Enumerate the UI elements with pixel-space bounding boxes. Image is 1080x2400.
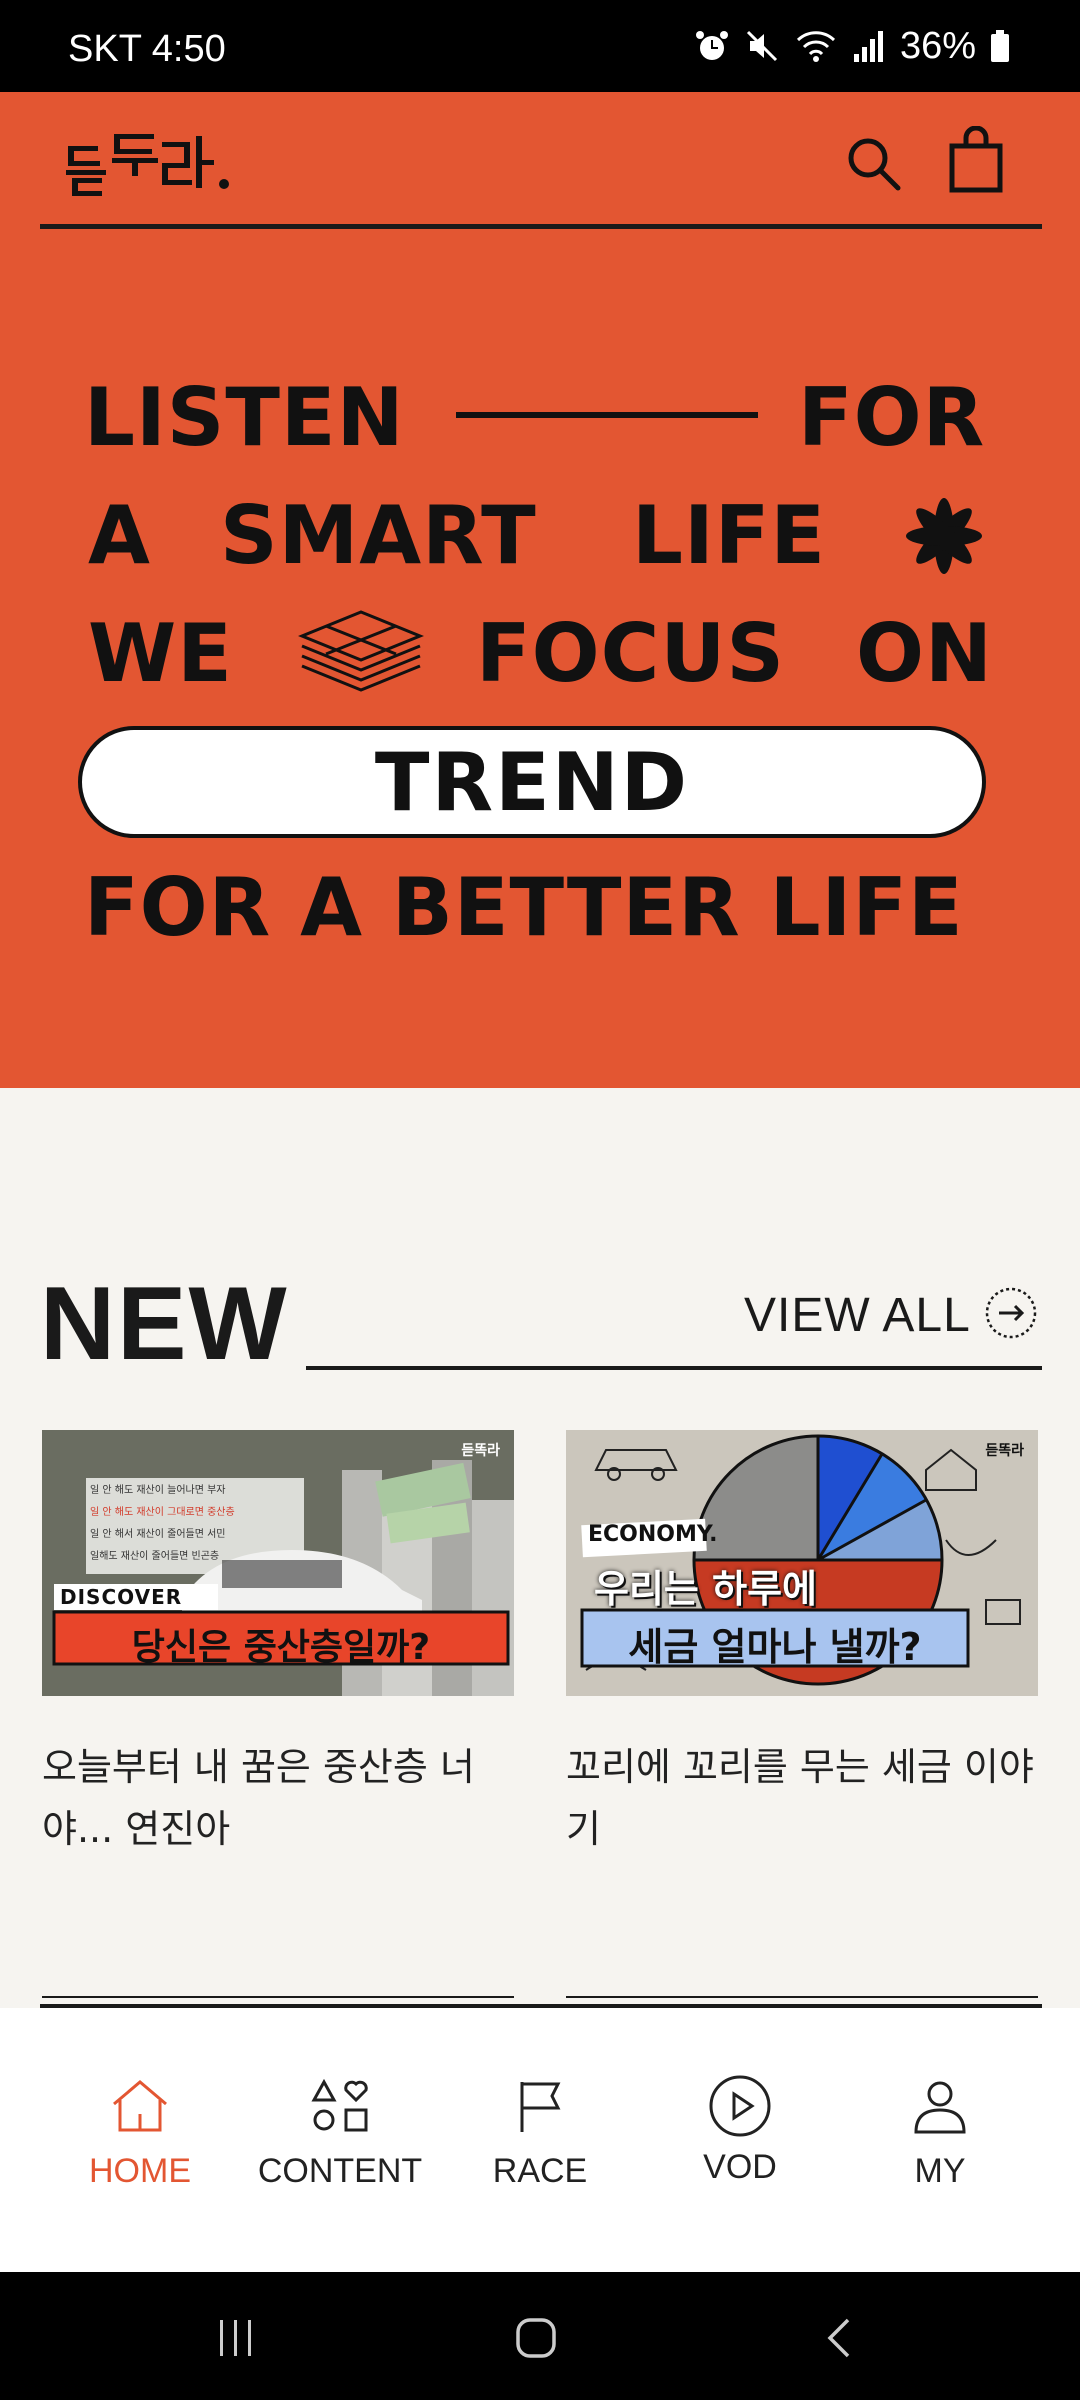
hero-line-3-a: WE	[88, 607, 233, 700]
battery-percent: 36%	[899, 24, 976, 67]
asterisk-icon	[906, 498, 982, 574]
thumbnail-text-lines: 일 안 해도 재산이 늘어나면 부자 일 안 해도 재산이 그대로면 중산층 일…	[90, 1480, 304, 1568]
thumb-line: 일 안 해도 재산이 그대로면 중산층	[90, 1507, 235, 1518]
thumbnail-tag: ECONOMY.	[588, 1522, 718, 1547]
nav-label: HOME	[89, 2152, 191, 2190]
nav-home[interactable]: HOME	[40, 2078, 240, 2191]
hero-line-5: FOR A BETTER LIFE	[84, 861, 964, 954]
thumbnail-headline-2: 세금 얼마나 낼까?	[628, 1625, 922, 1669]
hero-line-1-left: LISTEN	[84, 371, 405, 464]
flag-icon	[520, 2082, 561, 2132]
status-icons: 36%	[694, 22, 1010, 70]
hero-line-2-b: SMART	[220, 489, 537, 582]
system-navigation-bar	[0, 2272, 1080, 2400]
battery-icon	[991, 30, 1009, 62]
back-icon[interactable]	[818, 2316, 862, 2360]
thumbnail-tag: DISCOVER	[60, 1585, 183, 1609]
thumb-line: 일 안 해도 재산이 늘어나면 부자	[90, 1485, 226, 1496]
view-all-link[interactable]: VIEW ALL	[744, 1288, 971, 1343]
nav-race[interactable]: RACE	[440, 2078, 640, 2191]
bottom-navigation: HOME CONTENT RACE VOD MY	[0, 2008, 1080, 2272]
recent-apps-icon[interactable]	[214, 2316, 258, 2360]
section-title: NEW	[40, 1266, 289, 1382]
nav-label: RACE	[492, 2152, 588, 2190]
hero-line-2-c: LIFE	[632, 489, 827, 582]
card-divider	[566, 1996, 1038, 1998]
status-bar: SKT 4:50 36%	[0, 0, 1080, 92]
arrow-right-circle-icon[interactable]	[984, 1286, 1038, 1340]
thumbnail-headline: 우리는 하루에	[594, 1567, 817, 1611]
signal-icon	[853, 31, 883, 62]
hero-slogan: LISTEN FOR A SMART LIFE WE FOCUS ON TREN…	[0, 92, 1080, 1088]
content-card[interactable]: 일 안 해도 재산이 늘어나면 부자 일 안 해도 재산이 그대로면 중산층 일…	[42, 1430, 514, 1860]
thumbnail-logo: 듣똑라	[985, 1443, 1024, 1459]
shapes-icon	[311, 2078, 368, 2132]
card-title[interactable]: 오늘부터 내 꿈은 중산층 너야... 연진아	[42, 1736, 514, 1860]
mute-icon	[746, 30, 777, 62]
alarm-icon	[695, 31, 728, 60]
trend-label: TREND	[374, 735, 690, 829]
nav-label: CONTENT	[257, 2152, 423, 2190]
user-icon	[914, 2081, 966, 2134]
card-thumbnail[interactable]: ECONOMY. 우리는 하루에 세금 얼마나 낼까? 듣똑라	[566, 1430, 1038, 1696]
nav-label: MY	[914, 2152, 966, 2190]
nav-my[interactable]: MY	[840, 2078, 1040, 2191]
hero-banner: LISTEN FOR A SMART LIFE WE FOCUS ON TREN…	[0, 92, 1080, 1088]
carrier-time: SKT 4:50	[68, 28, 226, 70]
section-title-underline	[306, 1366, 1042, 1370]
hero-line-3-b: FOCUS	[476, 607, 785, 700]
nav-label: VOD	[703, 2148, 777, 2186]
card-title[interactable]: 꼬리에 꼬리를 무는 세금 이야기	[566, 1736, 1038, 1860]
card-thumbnail[interactable]: 일 안 해도 재산이 늘어나면 부자 일 안 해도 재산이 그대로면 중산층 일…	[42, 1430, 514, 1696]
nav-content[interactable]: CONTENT	[240, 2078, 440, 2191]
hero-line-3-c: ON	[856, 607, 993, 700]
home-button-icon[interactable]	[514, 2316, 558, 2360]
layers-icon	[298, 610, 424, 692]
thumbnail-headline: 당신은 중산층일까?	[131, 1627, 431, 1668]
trend-pill: TREND	[78, 726, 986, 838]
nav-vod[interactable]: VOD	[640, 2075, 840, 2187]
content-card[interactable]: ECONOMY. 우리는 하루에 세금 얼마나 낼까? 듣똑라 꼬리에 꼬리를 …	[566, 1430, 1038, 1860]
thumb-line: 일해도 재산이 줄어들면 빈곤층	[90, 1551, 220, 1562]
wifi-icon	[796, 31, 835, 62]
new-section: NEW VIEW ALL 일 안 해도 재산이 늘어나면 부자 일 안 해도 재…	[0, 1088, 1080, 2008]
thumbnail-logo: 듣똑라	[461, 1443, 500, 1459]
hero-line-2-a: A	[88, 489, 151, 582]
play-circle-icon	[709, 2075, 771, 2137]
card-divider	[42, 1996, 514, 1998]
hero-line-1-right: FOR	[798, 371, 986, 464]
hero-dash-line	[456, 412, 758, 418]
thumb-line: 일 안 해서 재산이 줄어들면 서민	[90, 1529, 226, 1540]
home-icon	[113, 2080, 167, 2132]
